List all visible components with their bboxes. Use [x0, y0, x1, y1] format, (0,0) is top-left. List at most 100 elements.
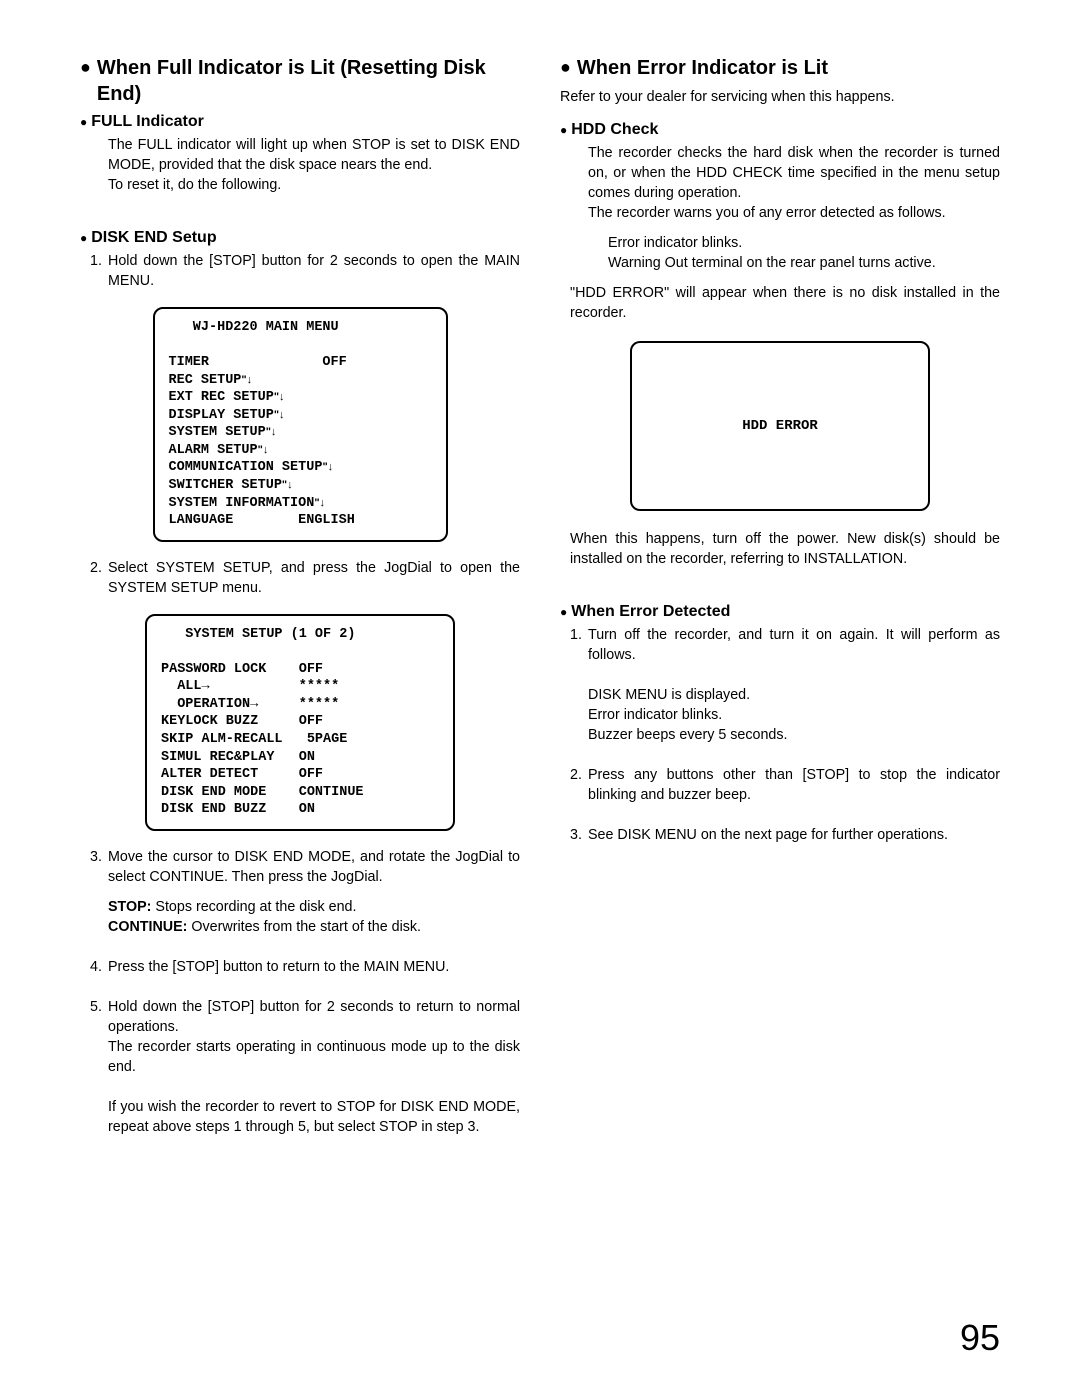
- menu-line: KEYLOCK BUZZ OFF: [161, 714, 323, 729]
- submenu-arrow-icon: "↓: [266, 425, 277, 439]
- step-text: Select SYSTEM SETUP, and press the JogDi…: [108, 558, 520, 598]
- heading-error-indicator-section: ● When Error Indicator is Lit: [560, 55, 1000, 81]
- menu-line: TIMER OFF: [169, 355, 347, 370]
- menu-line: SIMUL REC&PLAY ON: [161, 750, 315, 765]
- left-column: ● When Full Indicator is Lit (Resetting …: [80, 55, 520, 1137]
- step-1: 1. Hold down the [STOP] button for 2 sec…: [90, 251, 520, 291]
- step-number: 2.: [570, 765, 588, 805]
- menu-line: LANGUAGE ENGLISH: [169, 513, 355, 528]
- hdd-p4: When this happens, turn off the power. N…: [570, 529, 1000, 569]
- submenu-arrow-icon: "↓: [258, 443, 269, 457]
- step-text: Move the cursor to DISK END MODE, and ro…: [108, 847, 520, 887]
- menu-title: WJ-HD220 MAIN MENU: [169, 320, 339, 335]
- full-indicator-p2: To reset it, do the following.: [108, 175, 520, 195]
- menu-line: COMMUNICATION SETUP: [169, 460, 323, 475]
- step5b: The recorder starts operating in continu…: [108, 1039, 520, 1075]
- step-number: 5.: [90, 997, 108, 1137]
- menu-title: SYSTEM SETUP (1 OF 2): [161, 627, 355, 642]
- hdd-bullet-2: Warning Out terminal on the rear panel t…: [608, 253, 1000, 273]
- submenu-arrow-icon: "↓: [314, 496, 325, 510]
- continue-definition: CONTINUE: Overwrites from the start of t…: [108, 917, 520, 937]
- system-setup-box: SYSTEM SETUP (1 OF 2) PASSWORD LOCK OFF …: [145, 614, 455, 831]
- bullet-icon: ●: [560, 55, 571, 80]
- step-number: 3.: [570, 825, 588, 845]
- page-content: ● When Full Indicator is Lit (Resetting …: [80, 55, 1000, 1137]
- subheading-text: HDD Check: [571, 121, 658, 138]
- submenu-arrow-icon: "↓: [274, 390, 285, 404]
- right-column: ● When Error Indicator is Lit Refer to y…: [560, 55, 1000, 1137]
- err1a: Turn off the recorder, and turn it on ag…: [588, 627, 1000, 663]
- hdd-error-text: HDD ERROR: [742, 418, 818, 434]
- step-number: 4.: [90, 957, 108, 977]
- err-step-1: 1. Turn off the recorder, and turn it on…: [570, 625, 1000, 745]
- subheading-text: DISK END Setup: [91, 229, 216, 246]
- menu-line: DISPLAY SETUP: [169, 408, 274, 423]
- hdd-p3: "HDD ERROR" will appear when there is no…: [570, 283, 1000, 323]
- step-text: Press any buttons other than [STOP] to s…: [588, 765, 1000, 805]
- subheading-text: FULL Indicator: [91, 113, 204, 130]
- step-number: 3.: [90, 847, 108, 887]
- heading-text: When Full Indicator is Lit (Resetting Di…: [97, 55, 520, 107]
- bullet-icon: ●: [80, 55, 91, 80]
- subheading-hdd-check: ● HDD Check: [560, 121, 1000, 139]
- menu-line: ALARM SETUP: [169, 443, 258, 458]
- step5c: If you wish the recorder to revert to ST…: [108, 1099, 520, 1135]
- error-intro: Refer to your dealer for servicing when …: [560, 87, 1000, 107]
- submenu-arrow-icon: "↓: [274, 408, 285, 422]
- subheading-text: When Error Detected: [571, 603, 730, 620]
- step-5: 5. Hold down the [STOP] button for 2 sec…: [90, 997, 520, 1137]
- submenu-arrow-icon: "↓: [282, 478, 293, 492]
- menu-line: EXT REC SETUP: [169, 390, 274, 405]
- bullet-icon: ●: [560, 605, 567, 619]
- hdd-p2: The recorder warns you of any error dete…: [588, 203, 1000, 223]
- stop-text: Stops recording at the disk end.: [151, 899, 356, 915]
- err-step-3: 3. See DISK MENU on the next page for fu…: [570, 825, 1000, 845]
- menu-line: SYSTEM SETUP: [169, 425, 266, 440]
- err-step-2: 2. Press any buttons other than [STOP] t…: [570, 765, 1000, 805]
- menu-line: REC SETUP: [169, 373, 242, 388]
- subheading-when-error-detected: ● When Error Detected: [560, 603, 1000, 621]
- full-indicator-p1: The FULL indicator will light up when ST…: [108, 135, 520, 175]
- submenu-arrow-icon: "↓: [241, 373, 252, 387]
- hdd-p1: The recorder checks the hard disk when t…: [588, 143, 1000, 203]
- menu-line: OPERATION→ *****: [161, 697, 339, 712]
- bullet-icon: ●: [80, 231, 87, 245]
- menu-line: ALTER DETECT OFF: [161, 767, 323, 782]
- bullet-icon: ●: [560, 123, 567, 137]
- subheading-full-indicator: ● FULL Indicator: [80, 113, 520, 131]
- step-2: 2. Select SYSTEM SETUP, and press the Jo…: [90, 558, 520, 598]
- page-number: 95: [960, 1317, 1000, 1359]
- main-menu-box: WJ-HD220 MAIN MENU TIMER OFF REC SETUP"↓…: [153, 307, 448, 542]
- menu-line: SKIP ALM-RECALL 5PAGE: [161, 732, 347, 747]
- subheading-disk-end-setup: ● DISK END Setup: [80, 229, 520, 247]
- err1b2: Error indicator blinks.: [588, 707, 722, 723]
- hdd-error-box: HDD ERROR: [630, 341, 930, 511]
- step-text: Press the [STOP] button to return to the…: [108, 957, 520, 977]
- menu-line: DISK END BUZZ ON: [161, 802, 315, 817]
- step-text: Turn off the recorder, and turn it on ag…: [588, 625, 1000, 745]
- step-text: Hold down the [STOP] button for 2 second…: [108, 251, 520, 291]
- continue-text: Overwrites from the start of the disk.: [187, 919, 421, 935]
- menu-line: ALL→ *****: [161, 679, 339, 694]
- step-text: Hold down the [STOP] button for 2 second…: [108, 997, 520, 1137]
- menu-line: SYSTEM INFORMATION: [169, 496, 315, 511]
- submenu-arrow-icon: "↓: [322, 460, 333, 474]
- heading-full-indicator-section: ● When Full Indicator is Lit (Resetting …: [80, 55, 520, 107]
- hdd-bullet-1: Error indicator blinks.: [608, 233, 1000, 253]
- step-3: 3. Move the cursor to DISK END MODE, and…: [90, 847, 520, 887]
- menu-line: PASSWORD LOCK OFF: [161, 662, 323, 677]
- stop-definition: STOP: Stops recording at the disk end.: [108, 897, 520, 917]
- menu-line: DISK END MODE CONTINUE: [161, 785, 364, 800]
- heading-text: When Error Indicator is Lit: [577, 55, 828, 81]
- stop-label: STOP:: [108, 899, 151, 915]
- continue-label: CONTINUE:: [108, 919, 187, 935]
- step-4: 4. Press the [STOP] button to return to …: [90, 957, 520, 977]
- step5a: Hold down the [STOP] button for 2 second…: [108, 999, 520, 1035]
- step-number: 2.: [90, 558, 108, 598]
- bullet-icon: ●: [80, 115, 87, 129]
- step-text: See DISK MENU on the next page for furth…: [588, 825, 1000, 845]
- step-number: 1.: [570, 625, 588, 745]
- menu-line: SWITCHER SETUP: [169, 478, 282, 493]
- err1b3: Buzzer beeps every 5 seconds.: [588, 727, 787, 743]
- err1b1: DISK MENU is displayed.: [588, 687, 750, 703]
